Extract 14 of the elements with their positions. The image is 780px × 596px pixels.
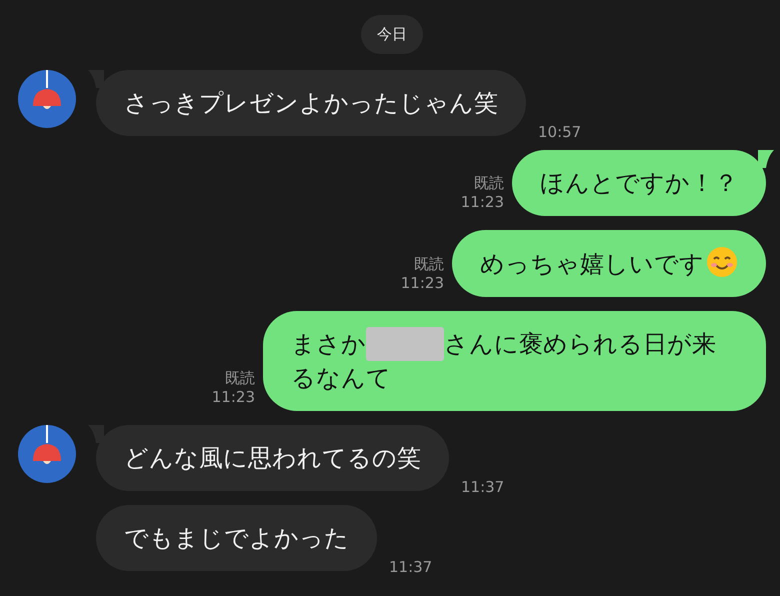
message-time: 11:23 (460, 193, 504, 212)
read-receipt: 既読 (474, 174, 504, 193)
message-time: 11:23 (400, 274, 444, 293)
date-label: 今日 (361, 15, 423, 54)
read-receipt: 既読 (225, 369, 255, 388)
message-bubble: めっちゃ嬉しいです (452, 230, 766, 297)
smiling-face-icon (706, 246, 738, 278)
message-bubble: まさか さんに褒められる日が来るなんて (263, 311, 766, 411)
message-bubble: でもまじでよかった (96, 505, 377, 571)
message-time: 11:23 (212, 388, 255, 407)
read-receipt: 既読 (414, 255, 444, 274)
message-time: 10:57 (538, 123, 582, 142)
message-time: 11:37 (389, 558, 432, 577)
message-time: 11:37 (461, 478, 504, 497)
